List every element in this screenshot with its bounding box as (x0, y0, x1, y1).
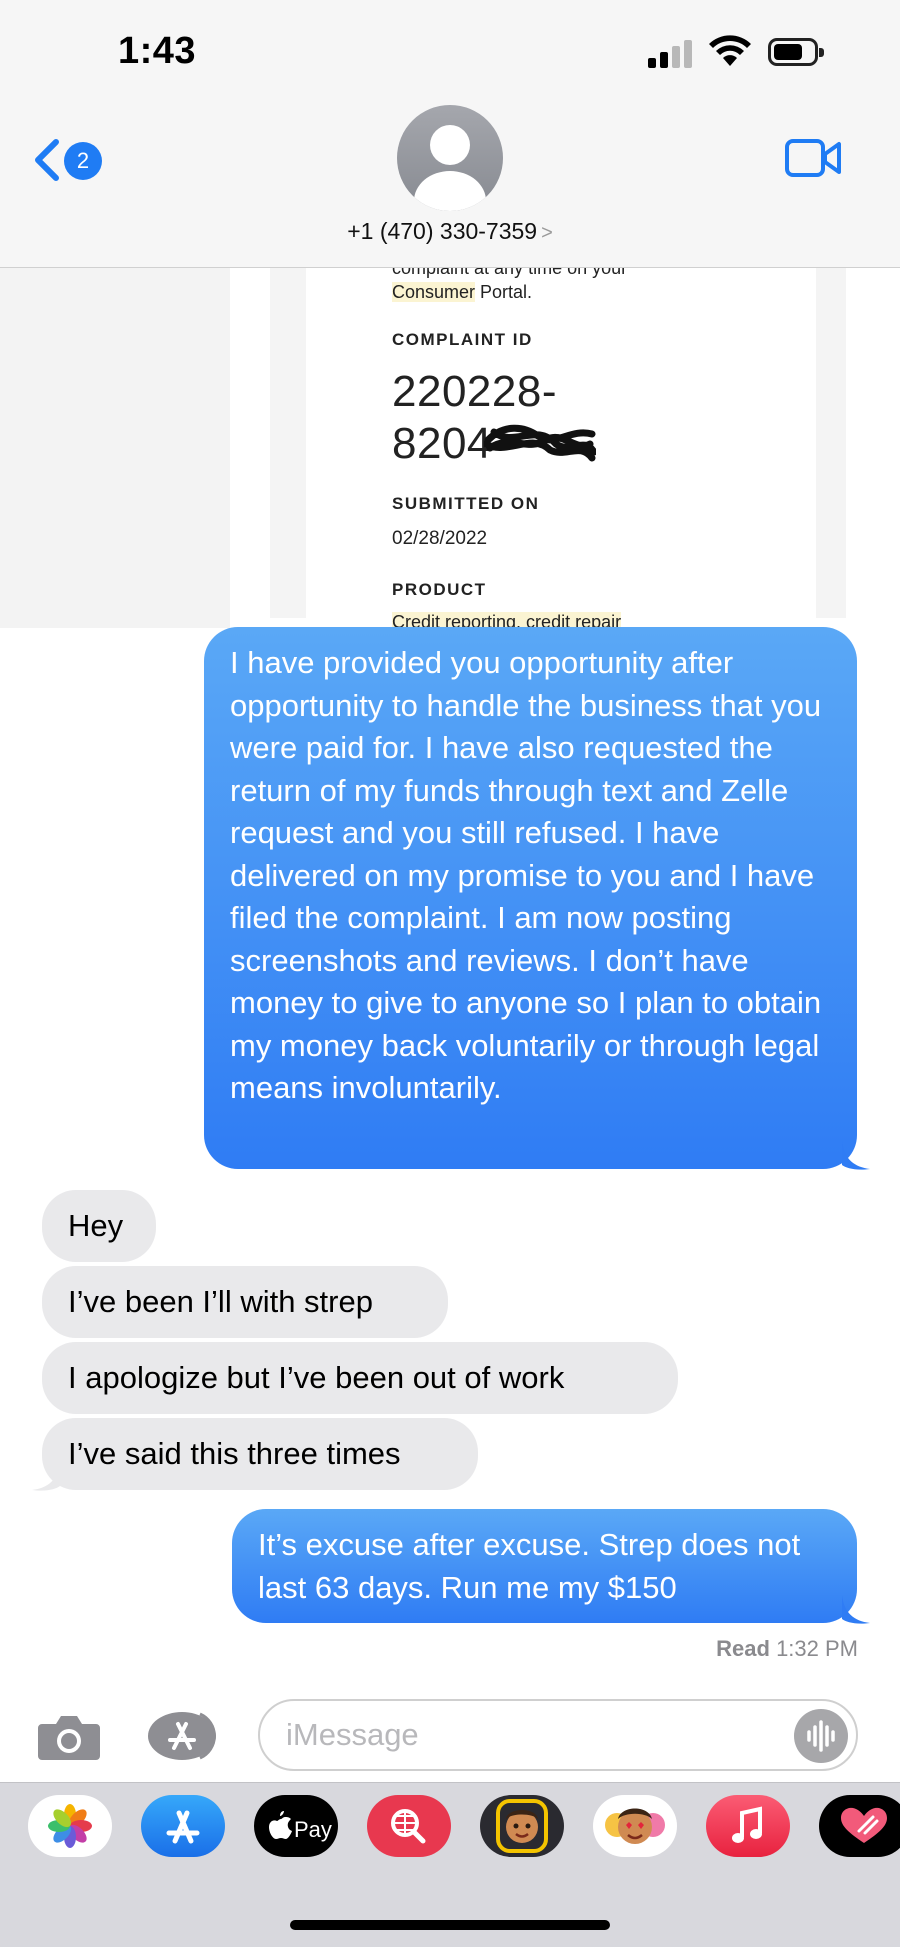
memoji-icon[interactable] (480, 1795, 564, 1857)
waveform-icon (807, 1720, 835, 1752)
photos-icon[interactable] (28, 1795, 112, 1857)
image-background (0, 268, 230, 628)
product-label: PRODUCT (392, 580, 487, 599)
message-text-input[interactable] (286, 1713, 766, 1757)
received-message-bubble[interactable]: I’ve said this three times (42, 1418, 478, 1490)
read-receipt: Read 1:32 PM (716, 1636, 858, 1661)
sent-message-bubble[interactable]: I have provided you opportunity after op… (204, 627, 857, 1169)
chevron-left-icon (35, 139, 59, 181)
portal-text: Consumer Portal. (392, 282, 533, 302)
contact-avatar[interactable] (397, 105, 503, 211)
received-message-bubble[interactable]: Hey (42, 1190, 156, 1262)
status-bar: 1:43 (0, 0, 900, 100)
redaction-scribble (484, 424, 596, 462)
music-icon[interactable] (706, 1795, 790, 1857)
memoji-stickers-icon[interactable] (593, 1795, 677, 1857)
contact-number: +1 (470) 330-7359 (347, 218, 538, 244)
camera-button[interactable] (36, 1712, 102, 1762)
received-message-bubble[interactable]: I’ve been I’ll with strep (42, 1266, 448, 1338)
complaint-screenshot-image[interactable]: complaint at any time on your Consumer P… (306, 268, 816, 628)
apple-pay-icon[interactable]: Pay (254, 1795, 338, 1857)
audio-message-button[interactable] (794, 1709, 848, 1763)
battery-icon (768, 38, 824, 66)
web-search-icon[interactable] (367, 1795, 451, 1857)
back-button[interactable]: 2 (30, 134, 110, 188)
cut-off-text: complaint at any time on your (392, 268, 628, 278)
facetime-video-button[interactable] (784, 138, 842, 178)
sent-message-bubble[interactable]: It’s excuse after excuse. Strep does not… (232, 1509, 857, 1623)
submitted-on-label: SUBMITTED ON (392, 494, 540, 513)
wifi-icon (709, 35, 751, 66)
app-store-apps-button[interactable] (146, 1710, 226, 1762)
bubble-tail (842, 1595, 870, 1624)
contact-name[interactable]: +1 (470) 330-7359 > (0, 218, 900, 245)
unread-count-badge: 2 (64, 142, 102, 180)
digital-touch-icon[interactable] (819, 1795, 900, 1857)
product-value: Credit reporting, credit repair (392, 612, 622, 628)
app-store-icon[interactable] (141, 1795, 225, 1857)
chevron-right-icon: > (541, 222, 553, 244)
complaint-id-label: COMPLAINT ID (392, 330, 533, 349)
cellular-signal-icon (648, 38, 692, 68)
bubble-tail (32, 1462, 60, 1491)
received-message-bubble[interactable]: I apologize but I’ve been out of work (42, 1342, 678, 1414)
submitted-date: 02/28/2022 (392, 528, 488, 549)
status-time: 1:43 (118, 30, 197, 72)
apple-pay-label: Pay (294, 1817, 332, 1842)
imessage-input-field[interactable] (258, 1699, 858, 1771)
home-indicator[interactable] (290, 1920, 610, 1930)
bubble-tail (842, 1141, 870, 1170)
conversation-header: 2 +1 (470) 330-7359 > (0, 100, 900, 268)
